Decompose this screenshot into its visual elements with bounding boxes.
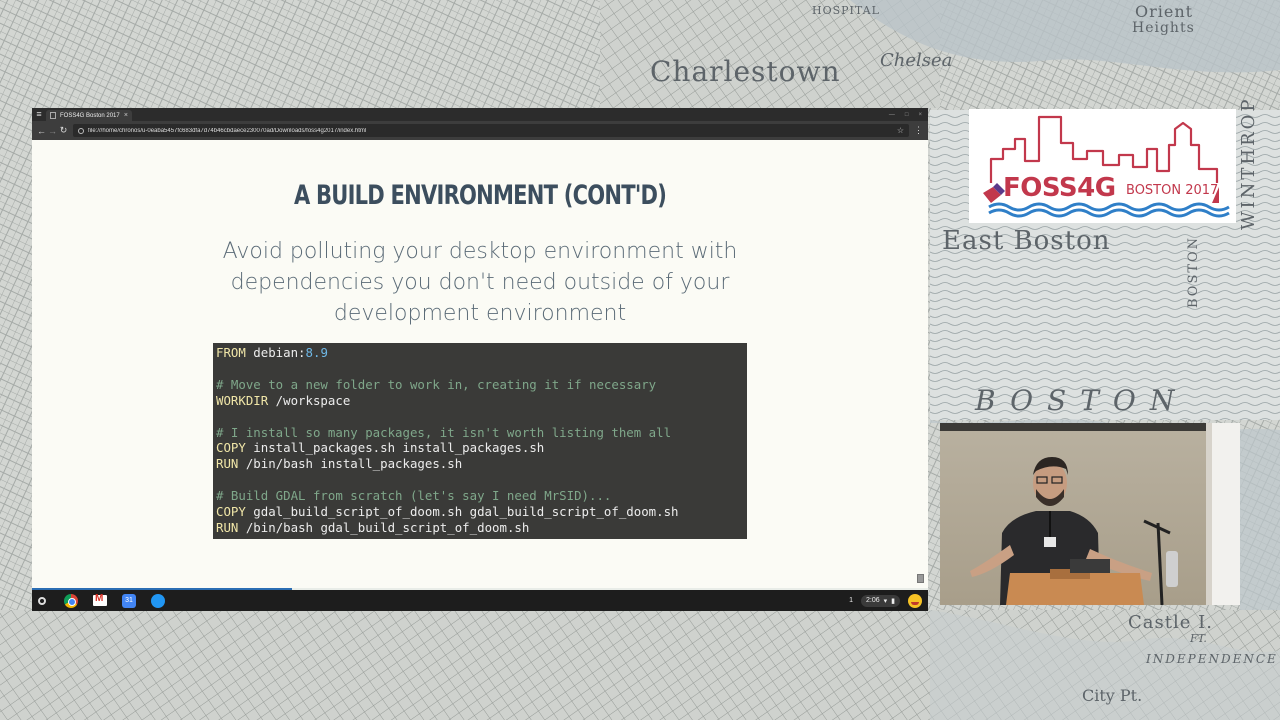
- speaker-figure: [970, 457, 1171, 605]
- skyline-icon: [983, 115, 1230, 218]
- maximize-icon[interactable]: □: [905, 112, 909, 118]
- code-line: WORKDIR /workspace: [216, 393, 744, 409]
- address-bar[interactable]: file:///home/chronos/u-0eaba5457fc683dfa…: [73, 124, 909, 137]
- logo-title: FOSS4G: [1003, 173, 1116, 203]
- code-keyword: RUN: [216, 519, 239, 535]
- page-info-icon[interactable]: [78, 127, 84, 134]
- conference-logo: FOSS4G BOSTON 2017: [969, 109, 1236, 223]
- browser-toolbar: ← → ↻ file:///home/chronos/u-0eaba5457fc…: [32, 121, 928, 140]
- code-line: # I install so many packages, it isn't w…: [216, 425, 744, 441]
- page-favicon-icon: [50, 112, 56, 119]
- code-line: COPY install_packages.sh install_package…: [216, 440, 744, 456]
- logo-subtitle: BOSTON 2017: [1126, 183, 1219, 198]
- code-block: FROM debian:8.9 # Move to a new folder t…: [213, 343, 747, 539]
- status-area[interactable]: 2:06 ▾ ▮: [861, 594, 900, 607]
- code-comment: # I install so many packages, it isn't w…: [216, 424, 672, 440]
- speaker-camera-feed: [940, 423, 1240, 605]
- map-label-castle-island: Castle I.: [1128, 612, 1213, 633]
- bookmark-star-icon[interactable]: ☆: [897, 126, 904, 135]
- code-text: install_packages.sh install_packages.sh: [245, 440, 545, 456]
- code-text: /bin/bash gdal_build_script_of_doom.sh: [238, 519, 530, 535]
- map-label-ft: FT.: [1190, 632, 1207, 645]
- os-shelf: 31 1 2:06 ▾ ▮: [32, 590, 928, 611]
- map-label-boston: BOSTON: [975, 384, 1189, 417]
- chrome-icon[interactable]: [64, 593, 78, 608]
- browser-tab[interactable]: FOSS4G Boston 2017 ×: [46, 110, 132, 121]
- code-keyword: COPY: [216, 504, 246, 520]
- code-comment: # Move to a new folder to work in, creat…: [216, 376, 657, 392]
- code-text: /workspace: [268, 392, 351, 408]
- slide-subtitle-line: dependencies you don't need outside of y…: [230, 270, 730, 295]
- code-line: COPY gdal_build_script_of_doom.sh gdal_b…: [216, 504, 744, 520]
- calendar-icon[interactable]: 31: [122, 593, 136, 608]
- map-label-winthrop: WINTHROP: [1238, 96, 1259, 231]
- code-text: /bin/bash install_packages.sh: [238, 456, 463, 472]
- window-controls: — □ ×: [889, 112, 928, 118]
- address-bar-url: file:///home/chronos/u-0eaba5457fc683dfa…: [88, 127, 367, 134]
- code-line: FROM debian:8.9: [216, 345, 744, 361]
- scroll-handle[interactable]: [917, 574, 924, 583]
- tab-close-icon[interactable]: ×: [124, 112, 128, 119]
- code-comment: # Build GDAL from scratch (let's say I n…: [216, 488, 612, 504]
- code-line: # Move to a new folder to work in, creat…: [216, 377, 744, 393]
- code-line: # Build GDAL from scratch (let's say I n…: [216, 488, 744, 504]
- code-number: 8.9: [305, 345, 328, 360]
- status-tray[interactable]: 1 2:06 ▾ ▮: [849, 593, 922, 608]
- tray-count: 1: [849, 597, 853, 604]
- map-label-charlestown: Charlestown: [650, 55, 841, 88]
- slide-subtitle-line: Avoid polluting your desktop environment…: [222, 239, 738, 264]
- map-label-boston-vertical: BOSTON: [1186, 235, 1201, 308]
- map-label-chelsea: Chelsea: [880, 50, 953, 71]
- reload-icon[interactable]: ↻: [58, 125, 69, 136]
- battery-icon: ▮: [891, 597, 895, 605]
- code-line: RUN /bin/bash install_packages.sh: [216, 456, 744, 472]
- code-keyword: COPY: [216, 440, 246, 456]
- slide-subtitle-line: development environment: [333, 301, 627, 326]
- window-close-icon[interactable]: ×: [918, 112, 922, 118]
- code-text: debian:: [245, 345, 306, 360]
- presentation-slide: A BUILD ENVIRONMENT (CONT'D) Avoid pollu…: [32, 140, 928, 588]
- browser-menu-icon[interactable]: ⋮: [913, 125, 924, 136]
- map-label-heights: Heights: [1132, 20, 1195, 36]
- tab-title: FOSS4G Boston 2017: [60, 112, 120, 119]
- forward-icon[interactable]: →: [47, 126, 58, 136]
- menu-icon[interactable]: ≡: [32, 108, 46, 121]
- gmail-icon[interactable]: [93, 593, 107, 606]
- screen-capture: ≡ FOSS4G Boston 2017 × — □ × ← → ↻ file:…: [32, 108, 928, 611]
- wifi-icon: ▾: [883, 597, 888, 605]
- browser-titlebar: ≡ FOSS4G Boston 2017 × — □ ×: [32, 108, 928, 121]
- code-keyword: RUN: [216, 456, 239, 472]
- launcher-icon[interactable]: [38, 596, 46, 605]
- code-keyword: FROM: [216, 345, 246, 360]
- map-label-orient: Orient: [1135, 2, 1194, 21]
- code-line: RUN /bin/bash gdal_build_script_of_doom.…: [216, 520, 744, 536]
- map-label-east-boston: East Boston: [942, 226, 1111, 256]
- slide-subtitle: Avoid polluting your desktop environment…: [180, 236, 780, 329]
- clock: 2:06: [866, 597, 880, 604]
- back-icon[interactable]: ←: [36, 126, 47, 136]
- code-text: gdal_build_script_of_doom.sh gdal_build_…: [245, 504, 679, 520]
- user-avatar[interactable]: [908, 593, 922, 608]
- files-app-icon[interactable]: [151, 593, 165, 608]
- code-keyword: WORKDIR: [216, 392, 269, 408]
- minimize-icon[interactable]: —: [889, 112, 895, 118]
- slide-title: A BUILD ENVIRONMENT (CONT'D): [293, 180, 667, 211]
- map-label-hospital: HOSPITAL: [812, 4, 880, 17]
- map-label-city-point: City Pt.: [1082, 686, 1143, 705]
- map-label-independence: INDEPENDENCE: [1146, 652, 1278, 666]
